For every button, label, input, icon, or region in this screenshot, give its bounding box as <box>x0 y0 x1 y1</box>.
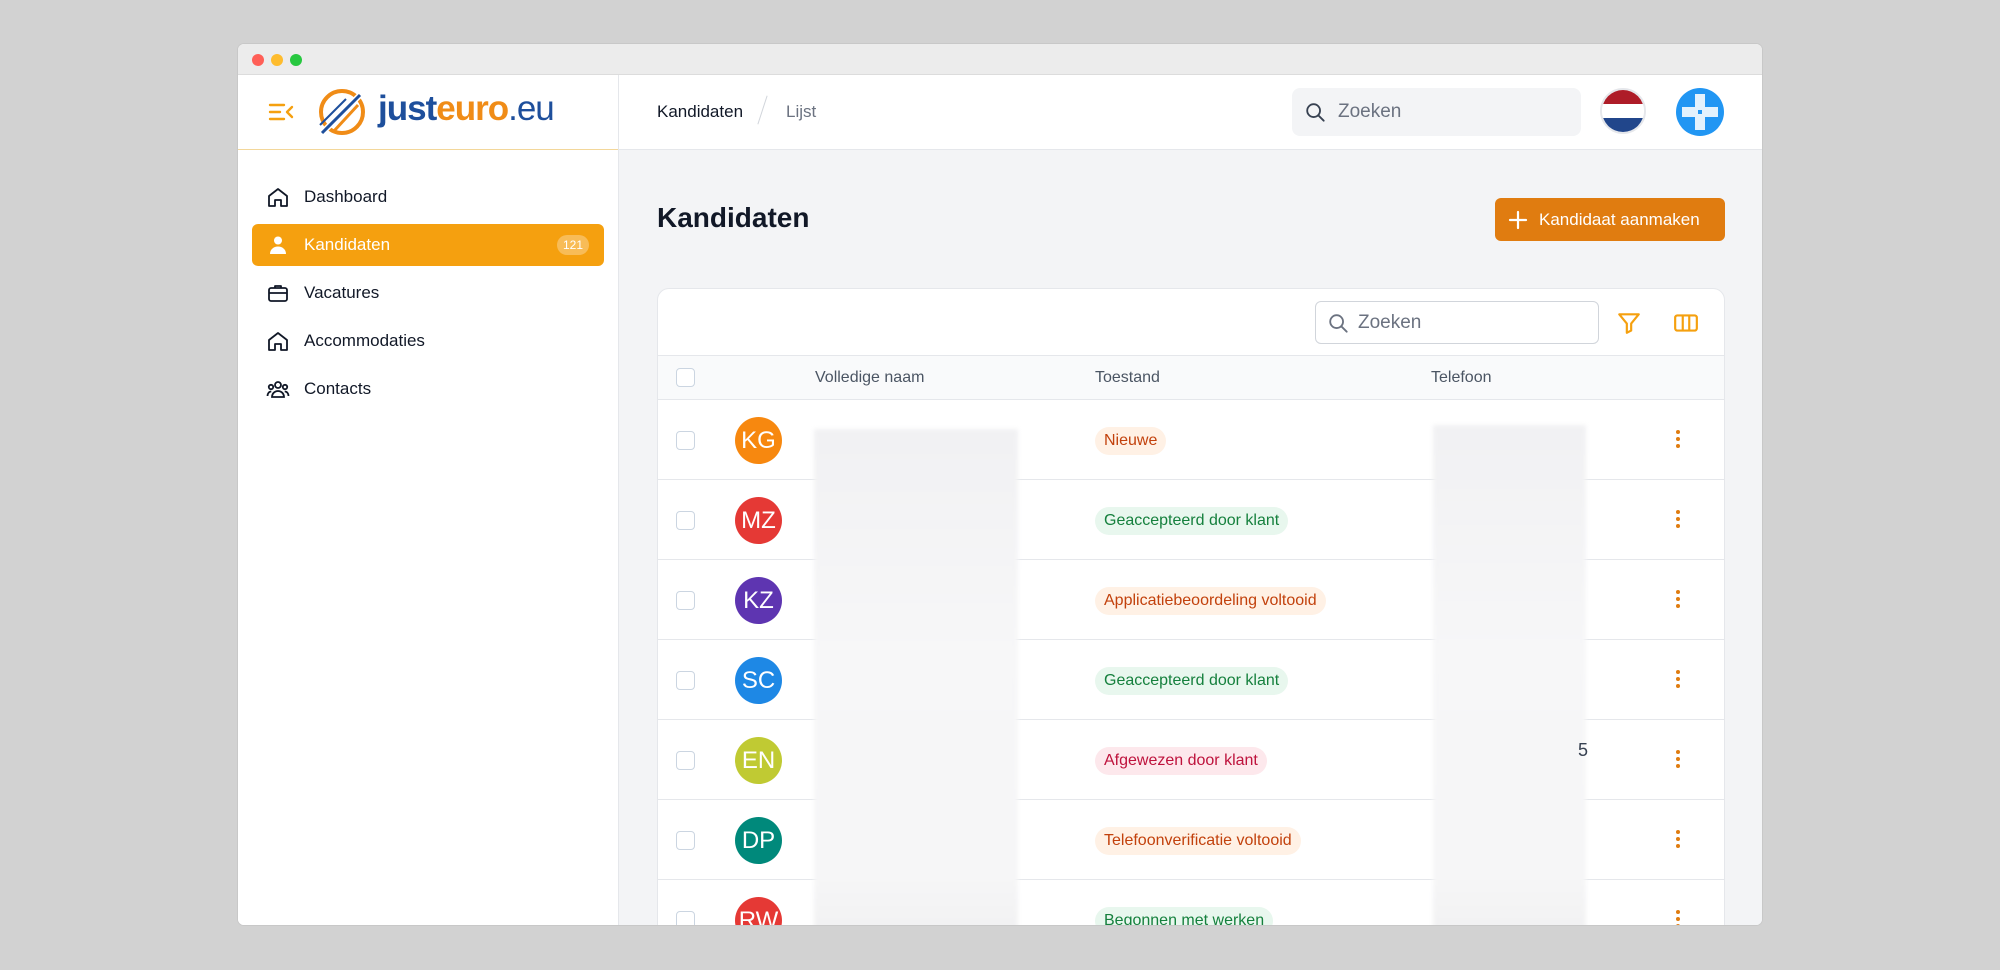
window-close-button[interactable] <box>252 54 264 66</box>
sidebar-item-label: Dashboard <box>304 187 388 206</box>
plus-icon <box>1508 210 1528 229</box>
row-actions-icon[interactable] <box>1668 747 1688 773</box>
table-search-input[interactable] <box>1358 302 1588 343</box>
breadcrumb-lijst: Lijst <box>786 102 817 121</box>
column-header-name[interactable]: Volledige naam <box>815 369 924 387</box>
row-actions-icon[interactable] <box>1668 507 1688 533</box>
sidebar-item-accommodaties[interactable]: Accommodaties <box>252 320 604 362</box>
main-content: Kandidaten Kandidaat aanmaken Volledige … <box>619 150 1762 925</box>
sidebar-item-kandidaten[interactable]: Kandidaten 121 <box>252 224 604 266</box>
candidates-table-card: Volledige naam Toestand Telefoon KG Nieu… <box>657 288 1725 925</box>
page-title: Kandidaten <box>657 202 810 233</box>
candidate-avatar: KZ <box>735 577 782 624</box>
menu-collapse-icon[interactable] <box>268 100 294 124</box>
column-header-phone[interactable]: Telefoon <box>1431 369 1492 387</box>
count-badge: 121 <box>556 235 589 255</box>
row-actions-icon[interactable] <box>1668 907 1688 925</box>
row-checkbox[interactable] <box>676 671 695 690</box>
candidate-avatar: EN <box>735 737 782 784</box>
row-checkbox[interactable] <box>676 911 695 925</box>
sidebar-nav: Dashboard Kandidaten 121 Vacatures Accom… <box>252 176 604 416</box>
global-search[interactable] <box>1292 88 1581 136</box>
top-bar: Kandidaten Lijst <box>619 75 1762 150</box>
status-badge: Begonnen met werken <box>1095 907 1274 925</box>
table-toolbar <box>658 289 1724 356</box>
breadcrumb-kandidaten[interactable]: Kandidaten <box>657 102 743 122</box>
sidebar-item-label: Vacatures <box>304 283 380 302</box>
app-window: justeuro.eu Dashboard Kandidaten 121 Vac… <box>238 44 1762 925</box>
candidate-avatar: KG <box>735 417 782 464</box>
row-checkbox[interactable] <box>676 431 695 450</box>
row-checkbox[interactable] <box>676 831 695 850</box>
brand-tld: .eu <box>508 89 555 128</box>
create-candidate-label: Kandidaat aanmaken <box>1539 209 1700 229</box>
row-actions-icon[interactable] <box>1668 827 1688 853</box>
candidate-avatar: RW <box>735 897 782 925</box>
table-header: Volledige naam Toestand Telefoon <box>658 356 1724 400</box>
window-maximize-button[interactable] <box>290 54 302 66</box>
status-badge: Geaccepteerd door klant <box>1095 667 1289 695</box>
redacted-phone-column <box>1433 425 1586 925</box>
home-icon <box>268 332 288 351</box>
sidebar: justeuro.eu Dashboard Kandidaten 121 Vac… <box>238 75 619 925</box>
window-titlebar <box>238 44 1762 75</box>
user-icon <box>270 236 286 254</box>
user-avatar[interactable] <box>1676 88 1724 136</box>
logo-icon <box>318 89 365 137</box>
row-checkbox[interactable] <box>676 511 695 530</box>
candidate-avatar: SC <box>735 657 782 704</box>
select-all-checkbox[interactable] <box>676 368 695 387</box>
logo-bar: justeuro.eu <box>238 75 618 150</box>
brand-euro: euro <box>436 89 509 128</box>
candidate-avatar: DP <box>735 817 782 864</box>
sidebar-item-label: Contacts <box>304 379 372 398</box>
sidebar-item-dashboard[interactable]: Dashboard <box>252 176 604 218</box>
status-badge: Nieuwe <box>1095 427 1167 455</box>
sidebar-item-vacatures[interactable]: Vacatures <box>252 272 604 314</box>
search-icon <box>1306 103 1325 122</box>
breadcrumb-separator <box>757 95 768 125</box>
sidebar-item-contacts[interactable]: Contacts <box>252 368 604 410</box>
table-search[interactable] <box>1315 301 1599 344</box>
row-actions-icon[interactable] <box>1668 587 1688 613</box>
sidebar-item-label: Kandidaten <box>304 235 391 254</box>
avatar-icon <box>1682 94 1718 130</box>
language-flag-nl[interactable] <box>1600 88 1646 134</box>
candidate-avatar: MZ <box>735 497 782 544</box>
column-header-status[interactable]: Toestand <box>1095 369 1160 387</box>
row-actions-icon[interactable] <box>1668 427 1688 453</box>
briefcase-icon <box>268 285 288 302</box>
filter-icon[interactable] <box>1616 310 1642 336</box>
create-candidate-button[interactable]: Kandidaat aanmaken <box>1495 198 1725 241</box>
users-icon <box>266 381 290 398</box>
window-minimize-button[interactable] <box>271 54 283 66</box>
columns-icon[interactable] <box>1673 310 1699 336</box>
status-badge: Afgewezen door klant <box>1095 747 1267 775</box>
brand-logo-text: justeuro.eu <box>378 89 555 129</box>
row-actions-icon[interactable] <box>1668 667 1688 693</box>
status-badge: Applicatiebeoordeling voltooid <box>1095 587 1326 615</box>
search-icon <box>1329 314 1348 333</box>
phone-fragment: 5 <box>1578 740 1589 760</box>
brand-just: just <box>378 89 437 128</box>
sidebar-item-label: Accommodaties <box>304 331 425 350</box>
row-checkbox[interactable] <box>676 751 695 770</box>
row-checkbox[interactable] <box>676 591 695 610</box>
redacted-name-column <box>814 429 1018 925</box>
home-icon <box>268 188 288 207</box>
status-badge: Geaccepteerd door klant <box>1095 507 1289 535</box>
status-badge: Telefoonverificatie voltooid <box>1095 827 1301 855</box>
global-search-input[interactable] <box>1338 88 1568 136</box>
